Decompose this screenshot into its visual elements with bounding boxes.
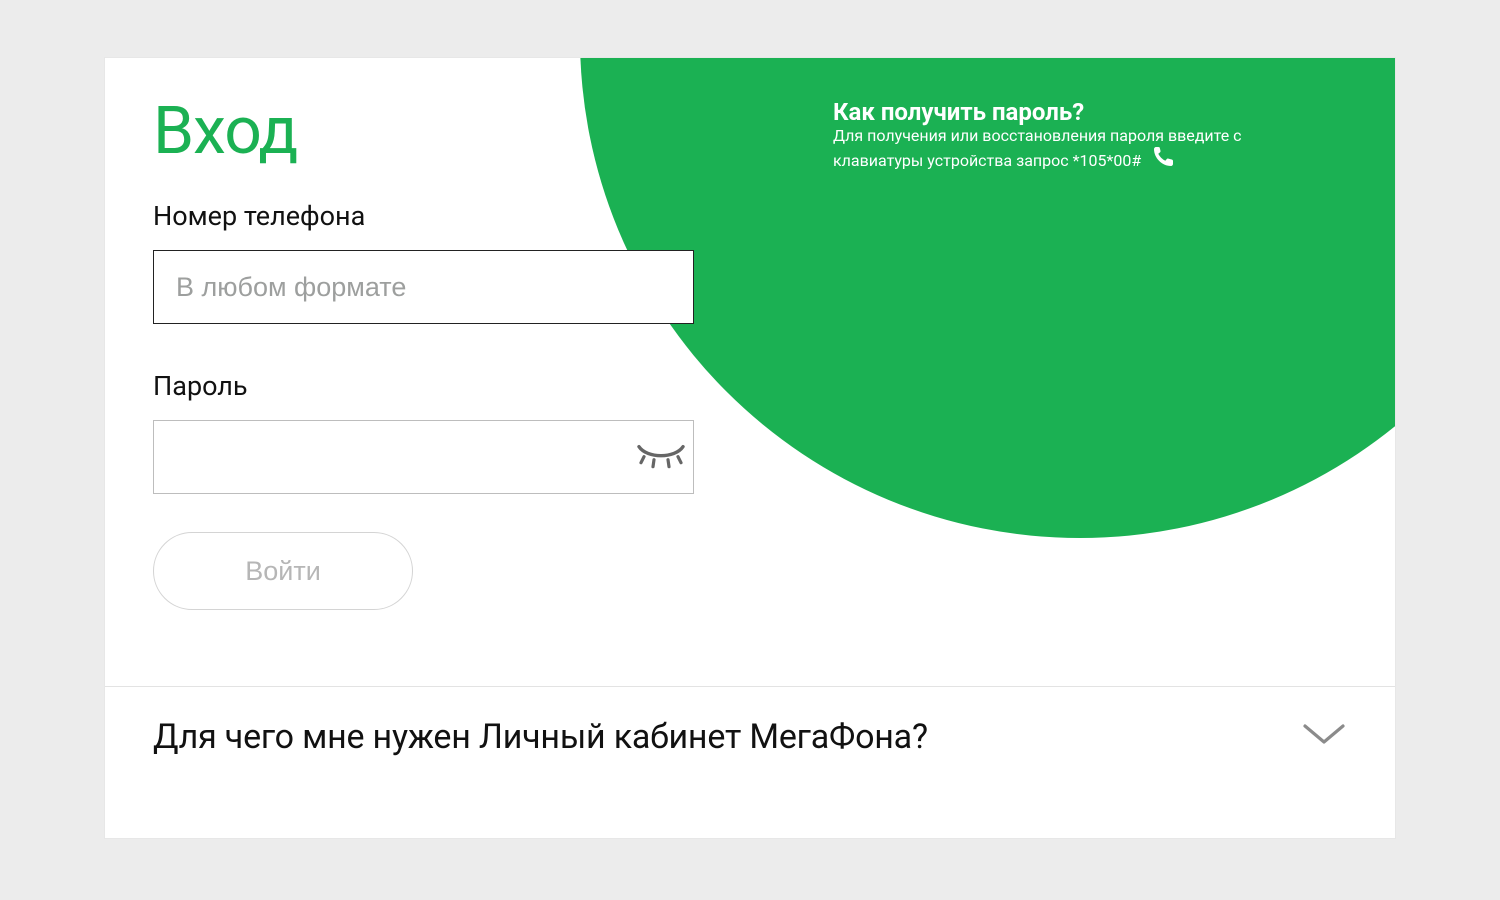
password-help-content: Как получить пароль? Для получения или в… bbox=[833, 98, 1333, 173]
login-card: Как получить пароль? Для получения или в… bbox=[105, 58, 1395, 838]
phone-field-wrap bbox=[153, 250, 757, 324]
login-button[interactable]: Войти bbox=[153, 532, 413, 610]
faq-question: Для чего мне нужен Личный кабинет МегаФо… bbox=[153, 717, 928, 757]
password-input[interactable] bbox=[153, 420, 694, 494]
chevron-down-icon bbox=[1301, 722, 1347, 752]
page-title: Вход bbox=[153, 93, 757, 170]
phone-input[interactable] bbox=[153, 250, 694, 324]
callout-title: Как получить пароль? bbox=[833, 98, 1333, 126]
eye-closed-icon[interactable] bbox=[635, 441, 687, 475]
phone-label: Номер телефона bbox=[153, 200, 757, 232]
login-form: Вход Номер телефона Пароль Войти bbox=[105, 58, 805, 670]
password-field-wrap bbox=[153, 420, 757, 494]
password-label: Пароль bbox=[153, 370, 757, 402]
callout-body: Для получения или восстановления пароля … bbox=[833, 126, 1333, 173]
phone-icon bbox=[1151, 145, 1175, 173]
faq-accordion[interactable]: Для чего мне нужен Личный кабинет МегаФо… bbox=[105, 686, 1395, 807]
